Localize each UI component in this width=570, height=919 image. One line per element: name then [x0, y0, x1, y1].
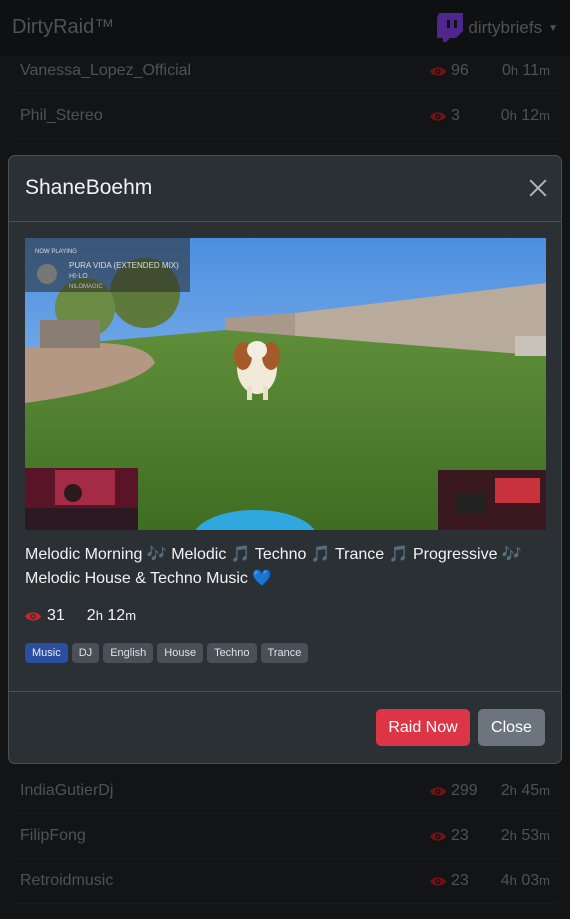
stream-stats: 31 2h 12m	[25, 605, 136, 627]
track-artist: HI-LO	[69, 273, 88, 280]
raid-now-button[interactable]: Raid Now	[376, 709, 470, 746]
viewer-count: 31	[25, 607, 65, 625]
tag-list: Music DJ English House Techno Trance	[25, 643, 309, 663]
now-playing-label: NOW PLAYING	[35, 249, 77, 255]
tag-badge: English	[103, 643, 154, 663]
tag-badge: DJ	[71, 643, 100, 663]
tag-badge: Techno	[207, 643, 257, 663]
stream-description: Melodic Morning 🎶 Melodic 🎵 Techno 🎵 Tra…	[25, 546, 522, 587]
track-title: PURA VIDA (EXTENDED MIX)	[69, 261, 179, 270]
tag-badge: House	[157, 643, 204, 663]
tag-badge: Trance	[260, 643, 309, 663]
track-label: NILOMAGIC	[69, 284, 103, 290]
eye-icon	[25, 611, 41, 621]
stream-thumbnail[interactable]: NOW PLAYING PURA VIDA (EXTENDED MIX) HI-…	[25, 238, 546, 530]
tag-badge: Music	[25, 643, 68, 663]
close-button[interactable]: Close	[478, 709, 545, 746]
modal-footer: Raid Now Close	[9, 691, 561, 763]
stream-duration: 2h 12m	[86, 607, 137, 624]
modal-header: ShaneBoehm	[9, 156, 561, 222]
stream-modal: ShaneBoehm NOW PLAYING PURA VIDA (EXTEND…	[8, 155, 562, 764]
thumbnail-image: NOW PLAYING PURA VIDA (EXTENDED MIX) HI-…	[25, 238, 546, 530]
modal-title: ShaneBoehm	[25, 176, 153, 199]
close-icon[interactable]	[529, 179, 547, 197]
